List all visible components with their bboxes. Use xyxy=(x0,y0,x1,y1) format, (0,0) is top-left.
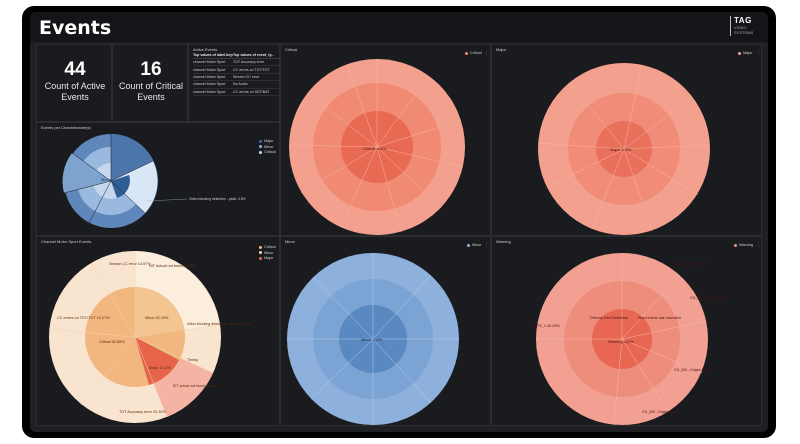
table-cell: channel Motor Sport xyxy=(193,82,226,87)
critical-center-label: Critical 100% xyxy=(363,146,387,151)
warning-label: CH_406 - Edges 6.89% xyxy=(670,262,709,266)
page-title: Events xyxy=(39,17,112,39)
legend-swatch xyxy=(259,145,262,148)
warning-label: CH_398 - Edges 6.89% xyxy=(690,296,729,300)
warning-label: SFTS_1 30.28% xyxy=(532,324,560,328)
major-panel: Major Major ⋮ Major 100% xyxy=(491,44,762,236)
table-cell: No Audio xyxy=(233,82,248,87)
legend-label: Critical xyxy=(264,150,276,154)
warning-center-label: Warning 100% xyxy=(608,339,635,344)
warning-label: CH_303 - Edges 6.89% xyxy=(674,368,713,372)
table-cell: channel Motor Sport xyxy=(193,89,226,94)
legend-label: Minor xyxy=(264,144,274,149)
legend-item-major[interactable]: Major xyxy=(259,139,276,143)
motor-label: Stream CC error 14.57% xyxy=(109,262,151,266)
motor-label: CC errors on TDT/TOT 19.27% xyxy=(57,316,110,320)
table-cell: CC errors on SDT/BAT xyxy=(233,89,270,94)
warning-sunburst[interactable]: SFTS_1 30.28% CH_406 - Edges 6.89% CH_39… xyxy=(492,237,763,427)
motor-sport-panel: Channel Motor Sport Events Critical Mino… xyxy=(36,236,280,426)
minor-center-label: Minor 100% xyxy=(361,337,383,342)
stat-critical-events-panel: 16 Count of Critical Events xyxy=(112,44,188,122)
critical-sunburst[interactable]: Critical 100% xyxy=(281,45,492,237)
minor-sunburst[interactable]: Minor 100% xyxy=(281,237,492,427)
legend-label: Major xyxy=(264,139,274,143)
logo-sub: VIDEO SYSTEMS xyxy=(734,25,754,35)
table-cell: channel Motor Sport xyxy=(193,74,226,79)
major-center-label: Major 100% xyxy=(610,147,632,152)
logo-mark: TAG xyxy=(734,16,752,25)
table-row[interactable]: channel Motor Sport Stream CC error xyxy=(193,74,281,82)
column-header[interactable]: Top values of label.keyw... xyxy=(193,53,233,57)
table-cell: channel Motor Sport xyxy=(193,60,226,65)
critical-label: Count of Critical Events xyxy=(118,81,184,102)
active-count: 44 xyxy=(64,59,86,80)
active-label: Count of Active Events xyxy=(44,81,106,102)
active-events-table: Top values of label.keyw... Top values o… xyxy=(193,53,281,96)
warning-label: CH_303 - Edges 6.89% xyxy=(642,410,681,414)
critical-panel: Critical Critical ⋮ Critical 100% xyxy=(280,44,491,236)
channel-sunburst[interactable]: Minor Video blocking detection - peak: 0… xyxy=(37,123,281,237)
active-events-title: Active Events xyxy=(193,47,218,52)
table-row[interactable]: channel Motor Sport CC errors on SDT/BAT xyxy=(193,89,281,96)
legend-swatch xyxy=(259,139,262,143)
major-sunburst[interactable]: Major 100% xyxy=(492,45,763,237)
channel-annotation: Video blocking detection - peak: 0.5% xyxy=(189,197,246,201)
table-cell: CC errors on TDT/TOT xyxy=(233,67,270,72)
active-events-panel: Active Events Top values of label.keyw..… xyxy=(188,44,281,122)
table-row[interactable]: channel Motor Sport CC errors on TDT/TOT xyxy=(193,66,281,74)
legend-swatch xyxy=(259,150,262,154)
column-header[interactable]: Top values of event_ty... xyxy=(233,53,279,57)
warning-label: Stand frame rate mismatch xyxy=(638,316,681,320)
table-cell: channel Motor Sport xyxy=(193,67,226,72)
motor-label: Timing xyxy=(187,358,198,362)
legend-item-minor[interactable]: Minor xyxy=(259,145,276,149)
stat-active-events: 44 Count of Active Events xyxy=(37,59,113,103)
minor-panel: Minor Minor ⋮ Minor 100% xyxy=(280,236,491,426)
table-cell: TOT Accuracy error xyxy=(233,60,265,65)
motor-label: Video blocking detection - peak 10.57% xyxy=(187,322,251,326)
dashboard-screen: Events TAG VIDEO SYSTEMS 44 Count of Act… xyxy=(30,12,768,432)
tag-logo: TAG VIDEO SYSTEMS xyxy=(730,16,760,36)
table-row[interactable]: channel Motor Sport TOT Accuracy error xyxy=(193,59,281,67)
motor-label: Minor 52.19% xyxy=(145,316,169,320)
warning-panel: Warning Warning ⋮ SFTS_1 30.28% CH_406 -… xyxy=(491,236,762,426)
motor-label: TOT Accuracy error 20.32% xyxy=(119,410,167,414)
table-cell: Stream CC error xyxy=(233,74,260,79)
warning-label: Delivery feed Restricted xyxy=(590,316,628,320)
table-row[interactable]: channel Motor Sport No Audio xyxy=(193,81,281,89)
motor-label: NIT Actual not found 14.8% xyxy=(149,264,196,268)
channel-legend: Major Minor Critical xyxy=(259,139,276,156)
motor-label: Major 14.8% xyxy=(149,366,171,370)
motor-sunburst[interactable]: Stream CC error 14.57% NIT Actual not fo… xyxy=(37,237,281,427)
header-bar: Events TAG VIDEO SYSTEMS xyxy=(30,12,768,42)
stat-critical-events: 16 Count of Critical Events xyxy=(113,59,189,103)
stat-active-events-panel: 44 Count of Active Events xyxy=(36,44,112,122)
legend-item-critical[interactable]: Critical xyxy=(259,150,276,154)
critical-count: 16 xyxy=(140,59,162,80)
motor-label: EIT actual not found 14.8% xyxy=(173,384,217,388)
events-per-channel-panel: Events per Channelname(s) Minor Video bl… xyxy=(36,122,280,236)
motor-label: Critical 52.88% xyxy=(99,340,125,344)
channel-center-label: Minor xyxy=(101,177,112,182)
